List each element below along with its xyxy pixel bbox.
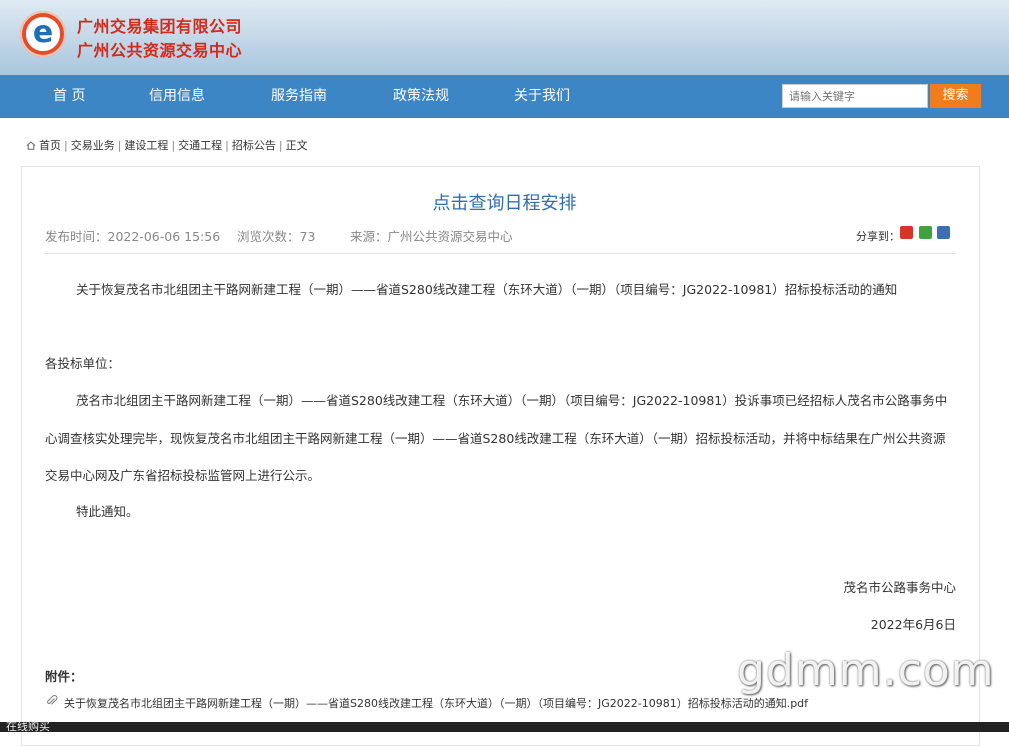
- publish-time: 发布时间：2022-06-06 15:56: [45, 229, 221, 244]
- breadcrumb-current: 正文: [285, 139, 308, 152]
- wechat-share-icon[interactable]: [919, 226, 932, 239]
- logo-icon[interactable]: e: [20, 11, 66, 57]
- article-source: 来源：广州公共资源交易中心: [350, 229, 513, 244]
- salutation: 各投标单位：: [45, 356, 121, 371]
- breadcrumb: 首页 | 交易业务 | 建设工程 | 交通工程 | 招标公告 | 正文: [26, 137, 308, 153]
- nav-item-policy[interactable]: 政策法规: [393, 75, 449, 118]
- attachment-link[interactable]: 关于恢复茂名市北组团主干路网新建工程（一期）——省道S280线改建工程（东环大道…: [64, 695, 808, 711]
- nav-item-service-guide[interactable]: 服务指南: [271, 75, 327, 118]
- qq-share-icon[interactable]: [937, 226, 950, 239]
- closing-remark: 特此通知。: [76, 504, 139, 519]
- weibo-share-icon[interactable]: [900, 226, 913, 239]
- org-name-secondary: 广州公共资源交易中心: [77, 41, 243, 60]
- breadcrumb-trading[interactable]: 交易业务: [71, 139, 115, 152]
- home-icon: [26, 141, 36, 150]
- issuer-signature: 茂名市公路事务中心: [843, 580, 956, 595]
- main-nav: 首 页 信用信息 服务指南 政策法规 关于我们 搜索: [0, 75, 1009, 118]
- breadcrumb-tender-notice[interactable]: 招标公告: [232, 139, 276, 152]
- share-label: 分享到：: [856, 230, 900, 243]
- breadcrumb-home[interactable]: 首页: [39, 139, 61, 152]
- issue-date: 2022年6月6日: [870, 617, 956, 632]
- site-header: e 广州交易集团有限公司 广州公共资源交易中心: [0, 0, 1009, 75]
- org-name-primary: 广州交易集团有限公司: [77, 17, 243, 36]
- nav-item-credit[interactable]: 信用信息: [149, 75, 205, 118]
- breadcrumb-transport[interactable]: 交通工程: [178, 139, 222, 152]
- attachments-label: 附件：: [45, 669, 83, 684]
- paperclip-icon: [47, 695, 58, 705]
- notice-heading: 关于恢复茂名市北组团主干路网新建工程（一期）——省道S280线改建工程（东环大道…: [76, 282, 898, 297]
- meta-divider: [44, 253, 956, 254]
- search-button[interactable]: 搜索: [930, 84, 981, 108]
- logo-letter: e: [32, 15, 54, 50]
- article-title[interactable]: 点击查询日程安排: [0, 189, 1009, 215]
- notice-body: 茂名市北组团主干路网新建工程（一期）——省道S280线改建工程（东环大道）（一期…: [45, 393, 948, 483]
- nav-item-about[interactable]: 关于我们: [514, 75, 570, 118]
- watermark: gdmm.com: [737, 645, 995, 696]
- bottom-bar-text[interactable]: 在线购买: [6, 721, 50, 732]
- breadcrumb-construction[interactable]: 建设工程: [124, 139, 168, 152]
- nav-item-home[interactable]: 首 页: [53, 75, 85, 118]
- view-count: 浏览次数：73: [237, 229, 316, 244]
- search-input[interactable]: [782, 84, 928, 108]
- bottom-bar: [0, 722, 1009, 732]
